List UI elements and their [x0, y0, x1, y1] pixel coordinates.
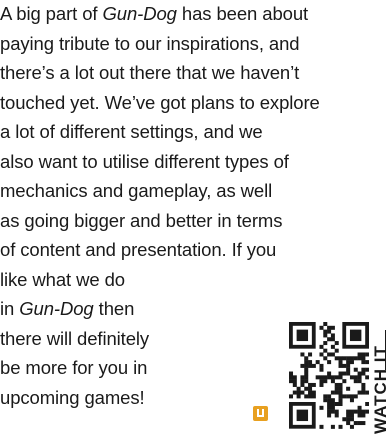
side-divider — [385, 330, 386, 370]
article-line: like what we do — [0, 268, 125, 290]
line-text: touched yet. We’ve got plans to explore — [0, 91, 320, 113]
article-line: in Gun-Dog then — [0, 298, 135, 319]
article-line: mechanics and gameplay, as well — [0, 180, 273, 201]
article-line: there’s a lot out there that we haven’t — [0, 62, 300, 83]
line-text: of content and presentation. If you — [0, 239, 277, 260]
line-text: mechanics and gameplay, as well — [0, 180, 273, 201]
line-text: in — [0, 298, 20, 319]
game-title-italic: Gun-Dog — [102, 3, 177, 24]
article-line: paying tribute to our inspirations, and — [0, 32, 300, 54]
line-text: then — [93, 298, 135, 319]
line-text: also want to utilise different types of — [0, 150, 289, 172]
article-line: also want to utilise different types of — [0, 150, 289, 172]
article-line: A big part of Gun-Dog has been about — [0, 3, 309, 24]
line-text: a lot of different settings, and we — [0, 121, 263, 142]
article-line: there will definitely — [0, 327, 150, 349]
line-text: has been about — [176, 3, 309, 24]
line-text: as going bigger and better in terms — [0, 209, 283, 231]
game-title-italic: Gun-Dog — [19, 298, 94, 319]
line-text: be more for you in — [0, 357, 148, 378]
end-mark-icon — [253, 406, 268, 421]
article-line: as going bigger and better in terms — [0, 209, 283, 231]
watch-it-text: WATCH IT — [372, 345, 390, 434]
line-text: paying tribute to our inspirations, and — [0, 32, 300, 54]
article-line: touched yet. We’ve got plans to explore — [0, 91, 320, 113]
magazine-page: A big part of Gun-Dog has been about payi… — [0, 0, 390, 434]
watch-it-label: WATCH IT — [372, 330, 390, 434]
article-line: a lot of different settings, and we — [0, 121, 263, 142]
line-text: A big part of — [0, 3, 103, 24]
qr-code-icon[interactable] — [289, 322, 369, 432]
article-line: of content and presentation. If you — [0, 239, 277, 260]
line-text: upcoming games! — [0, 386, 145, 408]
article-line: be more for you in — [0, 357, 148, 378]
line-text: like what we do — [0, 268, 125, 290]
article-line: upcoming games! — [0, 386, 145, 408]
line-text: there’s a lot out there that we haven’t — [0, 62, 300, 83]
line-text: there will definitely — [0, 327, 150, 349]
